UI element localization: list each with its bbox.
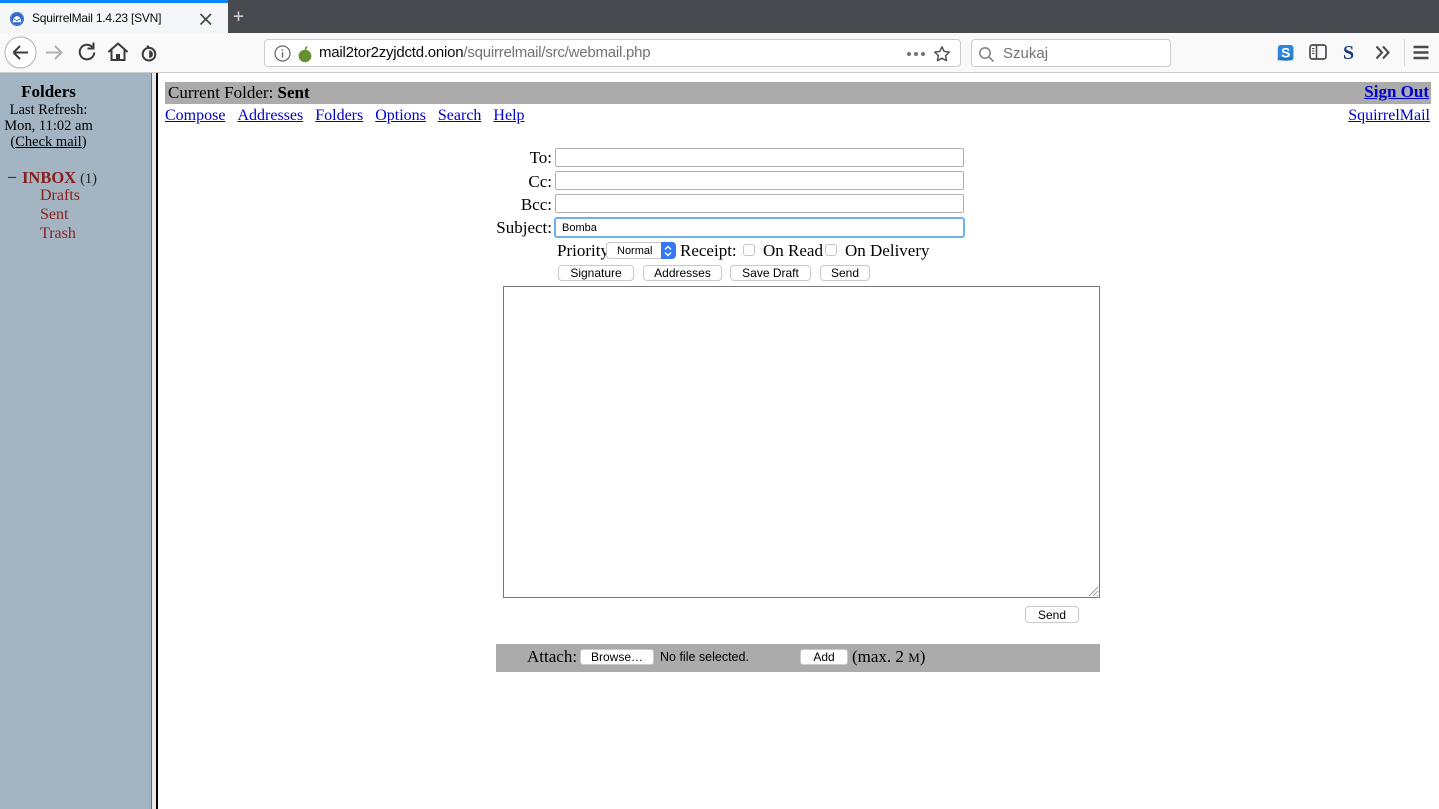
svg-text:S: S	[1281, 46, 1290, 61]
